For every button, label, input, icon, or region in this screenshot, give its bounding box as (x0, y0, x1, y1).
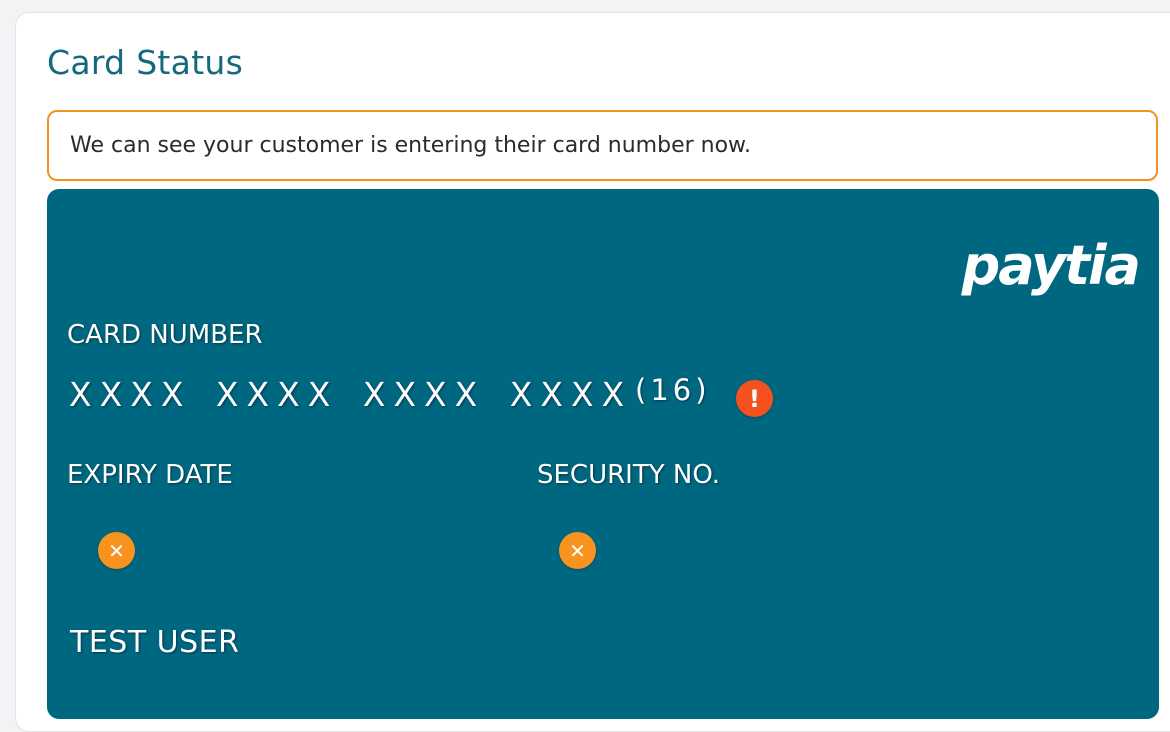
x-icon: ✕ (98, 532, 135, 569)
paytia-logo-text: paytia (961, 234, 1141, 297)
status-alert-message: We can see your customer is entering the… (70, 133, 752, 158)
paytia-logo: paytia (962, 239, 1141, 293)
security-number-label: SECURITY NO. (537, 460, 721, 490)
expiry-date-label: EXPIRY DATE (67, 460, 233, 490)
cardholder-name: TEST USER (70, 625, 240, 660)
card-number-label: CARD NUMBER (67, 320, 263, 350)
card-status-panel: Card Status We can see your customer is … (15, 12, 1170, 732)
x-icon: ✕ (559, 532, 596, 569)
page-title: Card Status (47, 43, 244, 82)
exclamation-icon: ! (736, 380, 773, 417)
card-number-digit-count: (16) (635, 373, 711, 407)
status-alert: We can see your customer is entering the… (47, 110, 1158, 181)
payment-card: paytia CARD NUMBER XXXX XXXX XXXX XXXX (… (47, 189, 1159, 719)
card-number-value: XXXX XXXX XXXX XXXX (69, 375, 633, 414)
